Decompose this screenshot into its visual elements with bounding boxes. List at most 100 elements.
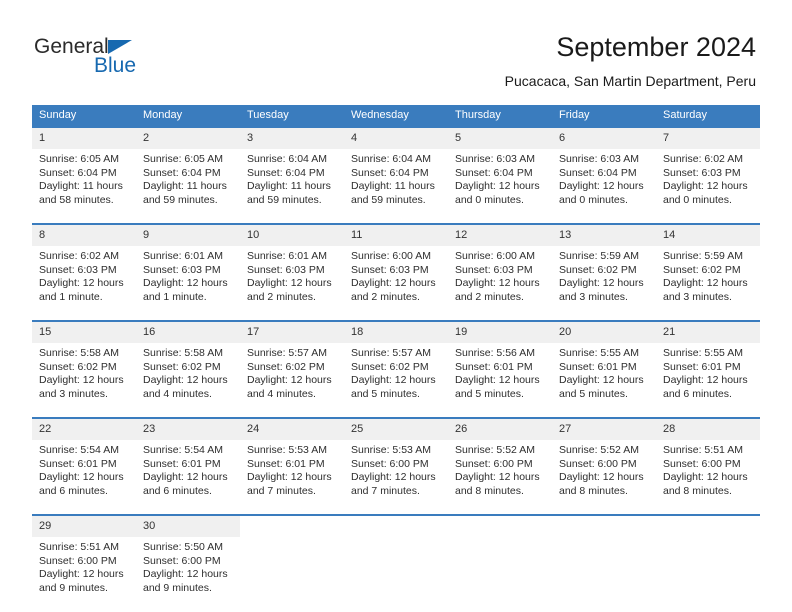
daylight-text: Daylight: 12 hours and 3 minutes. bbox=[559, 277, 644, 303]
calendar-day-cell[interactable]: 26 Sunrise: 5:52 AM Sunset: 6:00 PM Dayligh… bbox=[448, 417, 552, 515]
day-sun-info: Sunrise: 6:02 AM Sunset: 6:03 PM Daylight:… bbox=[32, 246, 136, 320]
sunrise-text: Sunrise: 6:05 AM bbox=[39, 153, 119, 165]
sunset-text: Sunset: 6:03 PM bbox=[247, 263, 325, 276]
day-number: 9 bbox=[136, 225, 240, 246]
sunset-text: Sunset: 6:02 PM bbox=[39, 360, 117, 373]
daylight-text: Daylight: 12 hours and 2 minutes. bbox=[455, 277, 540, 303]
calendar-day-cell[interactable]: 23 Sunrise: 5:54 AM Sunset: 6:01 PM Dayligh… bbox=[136, 417, 240, 515]
calendar-day-cell[interactable]: 19 Sunrise: 5:56 AM Sunset: 6:01 PM Dayligh… bbox=[448, 320, 552, 418]
sunset-text: Sunset: 6:00 PM bbox=[663, 457, 741, 470]
calendar-day-cell[interactable]: 28 Sunrise: 5:51 AM Sunset: 6:00 PM Dayligh… bbox=[656, 417, 760, 515]
day-sun-info: Sunrise: 5:58 AM Sunset: 6:02 PM Daylight:… bbox=[32, 343, 136, 417]
calendar-day-cell[interactable]: 30 Sunrise: 5:50 AM Sunset: 6:00 PM Dayligh… bbox=[136, 514, 240, 611]
day-sun-info: Sunrise: 5:50 AM Sunset: 6:00 PM Daylight:… bbox=[136, 537, 240, 611]
weekday-thursday: Thursday bbox=[448, 105, 552, 127]
day-number: 30 bbox=[136, 516, 240, 537]
daylight-text: Daylight: 12 hours and 5 minutes. bbox=[455, 374, 540, 400]
sunset-text: Sunset: 6:01 PM bbox=[455, 360, 533, 373]
daylight-text: Daylight: 11 hours and 59 minutes. bbox=[247, 180, 331, 206]
sunset-text: Sunset: 6:02 PM bbox=[559, 263, 637, 276]
daylight-text: Daylight: 12 hours and 5 minutes. bbox=[351, 374, 436, 400]
sunrise-text: Sunrise: 5:57 AM bbox=[247, 347, 327, 359]
daylight-text: Daylight: 12 hours and 0 minutes. bbox=[455, 180, 540, 206]
calendar-day-cell[interactable]: 16 Sunrise: 5:58 AM Sunset: 6:02 PM Dayligh… bbox=[136, 320, 240, 418]
calendar-day-cell[interactable]: 14 Sunrise: 5:59 AM Sunset: 6:02 PM Dayligh… bbox=[656, 223, 760, 321]
day-sun-info: Sunrise: 6:00 AM Sunset: 6:03 PM Daylight:… bbox=[344, 246, 448, 320]
day-number: 18 bbox=[344, 322, 448, 343]
calendar-day-cell[interactable]: 18 Sunrise: 5:57 AM Sunset: 6:02 PM Dayligh… bbox=[344, 320, 448, 418]
general-blue-logo[interactable]: General Blue bbox=[34, 36, 214, 84]
calendar-day-cell[interactable]: 21 Sunrise: 5:55 AM Sunset: 6:01 PM Dayligh… bbox=[656, 320, 760, 418]
calendar-day-cell[interactable]: 2 Sunrise: 6:05 AM Sunset: 6:04 PM Daylight… bbox=[136, 126, 240, 224]
day-number: 1 bbox=[32, 128, 136, 149]
calendar-day-cell[interactable]: 8 Sunrise: 6:02 AM Sunset: 6:03 PM Daylight… bbox=[32, 223, 136, 321]
day-sun-info: Sunrise: 5:56 AM Sunset: 6:01 PM Daylight:… bbox=[448, 343, 552, 417]
sunrise-text: Sunrise: 6:02 AM bbox=[663, 153, 743, 165]
day-number: 29 bbox=[32, 516, 136, 537]
sunset-text: Sunset: 6:03 PM bbox=[39, 263, 117, 276]
day-number: 22 bbox=[32, 419, 136, 440]
sunset-text: Sunset: 6:01 PM bbox=[247, 457, 325, 470]
sunset-text: Sunset: 6:00 PM bbox=[143, 554, 221, 567]
daylight-text: Daylight: 12 hours and 5 minutes. bbox=[559, 374, 644, 400]
calendar-day-cell[interactable]: 15 Sunrise: 5:58 AM Sunset: 6:02 PM Dayligh… bbox=[32, 320, 136, 418]
sunset-text: Sunset: 6:04 PM bbox=[351, 166, 429, 179]
calendar-day-cell[interactable]: 4 Sunrise: 6:04 AM Sunset: 6:04 PM Daylight… bbox=[344, 126, 448, 224]
day-number: 21 bbox=[656, 322, 760, 343]
calendar-day-cell[interactable]: 29 Sunrise: 5:51 AM Sunset: 6:00 PM Dayligh… bbox=[32, 514, 136, 611]
sunrise-text: Sunrise: 6:04 AM bbox=[247, 153, 327, 165]
sunset-text: Sunset: 6:01 PM bbox=[143, 457, 221, 470]
sunrise-text: Sunrise: 6:01 AM bbox=[247, 250, 327, 262]
calendar-day-cell[interactable]: 24 Sunrise: 5:53 AM Sunset: 6:01 PM Dayligh… bbox=[240, 417, 344, 515]
day-number bbox=[656, 516, 760, 537]
daylight-text: Daylight: 12 hours and 9 minutes. bbox=[143, 568, 228, 594]
day-sun-info: Sunrise: 5:59 AM Sunset: 6:02 PM Daylight:… bbox=[552, 246, 656, 320]
sunrise-text: Sunrise: 5:59 AM bbox=[559, 250, 639, 262]
calendar-day-cell[interactable]: 12 Sunrise: 6:00 AM Sunset: 6:03 PM Dayligh… bbox=[448, 223, 552, 321]
calendar-day-cell[interactable]: 3 Sunrise: 6:04 AM Sunset: 6:04 PM Daylight… bbox=[240, 126, 344, 224]
calendar-day-cell[interactable]: 13 Sunrise: 5:59 AM Sunset: 6:02 PM Dayligh… bbox=[552, 223, 656, 321]
day-number: 23 bbox=[136, 419, 240, 440]
sunrise-text: Sunrise: 6:01 AM bbox=[143, 250, 223, 262]
day-number: 15 bbox=[32, 322, 136, 343]
day-number: 5 bbox=[448, 128, 552, 149]
calendar-day-cell[interactable]: 20 Sunrise: 5:55 AM Sunset: 6:01 PM Dayligh… bbox=[552, 320, 656, 418]
day-number bbox=[344, 516, 448, 537]
weekday-friday: Friday bbox=[552, 105, 656, 127]
weekday-wednesday: Wednesday bbox=[344, 105, 448, 127]
sunset-text: Sunset: 6:04 PM bbox=[455, 166, 533, 179]
calendar-day-cell[interactable]: 9 Sunrise: 6:01 AM Sunset: 6:03 PM Daylight… bbox=[136, 223, 240, 321]
calendar-day-cell[interactable]: 7 Sunrise: 6:02 AM Sunset: 6:03 PM Daylight… bbox=[656, 126, 760, 224]
day-number: 16 bbox=[136, 322, 240, 343]
calendar-day-cell[interactable]: 11 Sunrise: 6:00 AM Sunset: 6:03 PM Dayligh… bbox=[344, 223, 448, 321]
day-number: 7 bbox=[656, 128, 760, 149]
day-number bbox=[240, 516, 344, 537]
day-sun-info: Sunrise: 6:05 AM Sunset: 6:04 PM Daylight:… bbox=[136, 149, 240, 223]
sunset-text: Sunset: 6:04 PM bbox=[559, 166, 637, 179]
sunset-text: Sunset: 6:00 PM bbox=[559, 457, 637, 470]
sunrise-text: Sunrise: 6:03 AM bbox=[559, 153, 639, 165]
day-sun-info bbox=[448, 537, 552, 611]
day-number: 12 bbox=[448, 225, 552, 246]
calendar-day-cell[interactable]: 27 Sunrise: 5:52 AM Sunset: 6:00 PM Dayligh… bbox=[552, 417, 656, 515]
day-sun-info: Sunrise: 5:57 AM Sunset: 6:02 PM Daylight:… bbox=[240, 343, 344, 417]
day-sun-info: Sunrise: 5:53 AM Sunset: 6:00 PM Daylight:… bbox=[344, 440, 448, 514]
calendar-day-cell[interactable]: 5 Sunrise: 6:03 AM Sunset: 6:04 PM Daylight… bbox=[448, 126, 552, 224]
day-sun-info: Sunrise: 6:03 AM Sunset: 6:04 PM Daylight:… bbox=[448, 149, 552, 223]
sunrise-text: Sunrise: 5:55 AM bbox=[559, 347, 639, 359]
calendar-day-cell[interactable]: 10 Sunrise: 6:01 AM Sunset: 6:03 PM Dayligh… bbox=[240, 223, 344, 321]
day-sun-info: Sunrise: 5:55 AM Sunset: 6:01 PM Daylight:… bbox=[656, 343, 760, 417]
calendar-day-cell[interactable]: 25 Sunrise: 5:53 AM Sunset: 6:00 PM Dayligh… bbox=[344, 417, 448, 515]
logo-triangle-icon bbox=[108, 40, 132, 54]
calendar-day-cell[interactable]: 6 Sunrise: 6:03 AM Sunset: 6:04 PM Daylight… bbox=[552, 126, 656, 224]
calendar-day-cell[interactable]: 17 Sunrise: 5:57 AM Sunset: 6:02 PM Dayligh… bbox=[240, 320, 344, 418]
day-number: 19 bbox=[448, 322, 552, 343]
logo-text-blue: Blue bbox=[94, 54, 137, 77]
calendar-day-cell[interactable]: 1 Sunrise: 6:05 AM Sunset: 6:04 PM Daylight… bbox=[32, 126, 136, 224]
day-sun-info: Sunrise: 5:51 AM Sunset: 6:00 PM Daylight:… bbox=[656, 440, 760, 514]
day-sun-info: Sunrise: 6:04 AM Sunset: 6:04 PM Daylight:… bbox=[344, 149, 448, 223]
calendar-day-cell[interactable]: 22 Sunrise: 5:54 AM Sunset: 6:01 PM Dayligh… bbox=[32, 417, 136, 515]
sunrise-text: Sunrise: 5:54 AM bbox=[143, 444, 223, 456]
calendar-week-row: 1 Sunrise: 6:05 AM Sunset: 6:04 PM Daylight… bbox=[32, 126, 760, 224]
sunrise-text: Sunrise: 5:54 AM bbox=[39, 444, 119, 456]
